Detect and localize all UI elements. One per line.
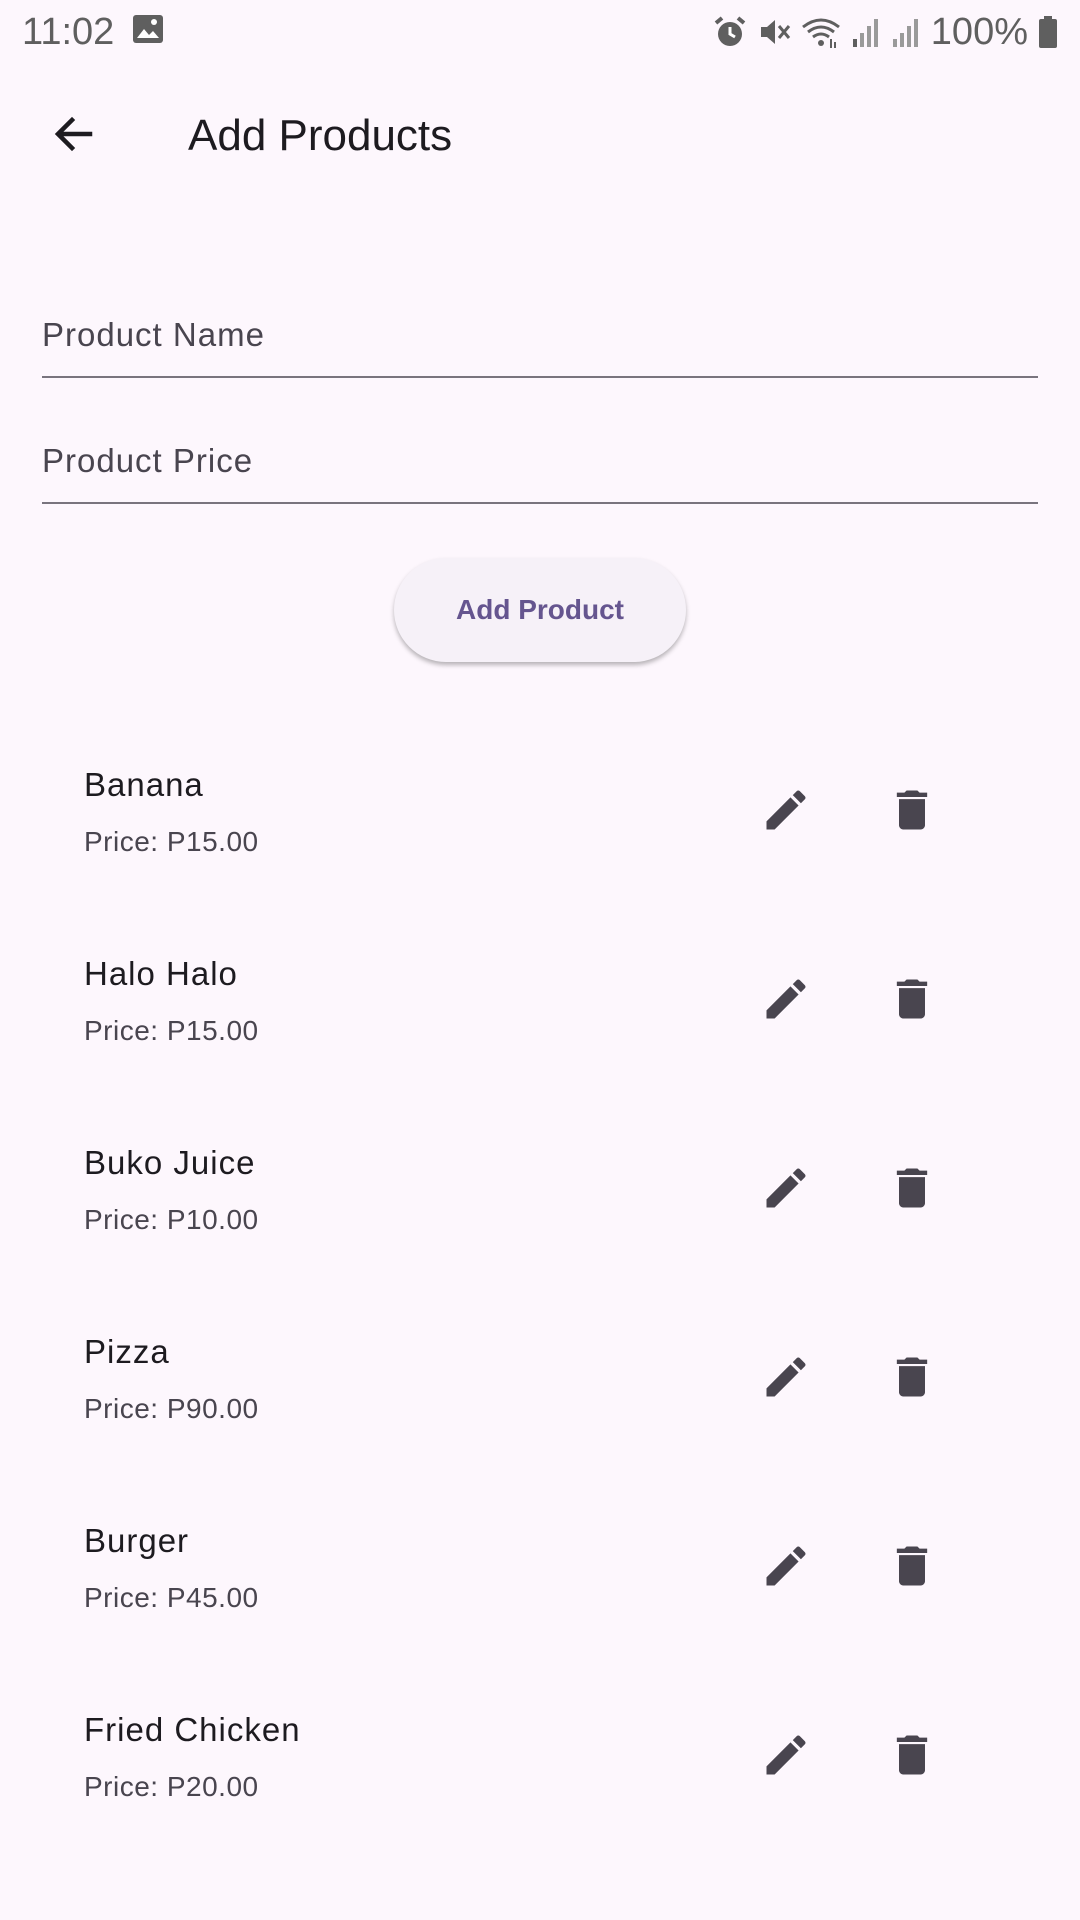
status-right: 100%	[713, 11, 1058, 54]
edit-button[interactable]	[742, 1524, 830, 1612]
edit-icon	[760, 784, 812, 841]
list-item: Pizza Price: P90.00	[0, 1283, 1080, 1472]
back-button[interactable]	[22, 84, 126, 188]
add-product-button[interactable]: Add Product	[394, 558, 686, 662]
signal-icon	[891, 15, 921, 49]
page-title: Add Products	[188, 111, 453, 160]
delete-button[interactable]	[868, 1335, 956, 1423]
edit-icon	[760, 1351, 812, 1408]
status-left: 11:02	[22, 11, 164, 54]
delete-icon	[886, 1351, 938, 1408]
delete-button[interactable]	[868, 1713, 956, 1801]
delete-icon	[886, 1540, 938, 1597]
edit-button[interactable]	[742, 768, 830, 856]
edit-icon	[760, 973, 812, 1030]
product-price: Price: P15.00	[84, 826, 259, 857]
product-price: Price: P90.00	[84, 1393, 259, 1424]
alarm-icon	[713, 15, 747, 49]
delete-icon	[886, 784, 938, 841]
product-price: Price: P20.00	[84, 1771, 259, 1802]
edit-button[interactable]	[742, 1146, 830, 1234]
wifi-icon	[801, 15, 841, 49]
list-item: Fried Chicken Price: P20.00	[0, 1661, 1080, 1850]
list-item: Halo Halo Price: P15.00	[0, 905, 1080, 1094]
product-name: Fried Chicken	[84, 1711, 301, 1748]
product-price: Price: P10.00	[84, 1204, 259, 1235]
delete-icon	[886, 973, 938, 1030]
delete-button[interactable]	[868, 957, 956, 1045]
battery-icon	[1038, 15, 1058, 49]
list-item: Burger Price: P45.00	[0, 1472, 1080, 1661]
edit-icon	[760, 1162, 812, 1219]
edit-button[interactable]	[742, 957, 830, 1045]
edit-icon	[760, 1540, 812, 1597]
product-name-field-container	[42, 290, 1038, 378]
battery-text: 100%	[930, 10, 1028, 53]
delete-button[interactable]	[868, 1524, 956, 1612]
status-bar: 11:02 100%	[0, 0, 1080, 64]
product-list: Banana Price: P15.00 Halo Halo Price: P1…	[0, 716, 1080, 1850]
product-price-field-container	[42, 416, 1038, 504]
product-name: Halo Halo	[84, 955, 238, 992]
vibrate-off-icon	[757, 15, 791, 49]
list-item: Buko Juice Price: P10.00	[0, 1094, 1080, 1283]
status-time: 11:02	[22, 10, 115, 53]
product-price: Price: P45.00	[84, 1582, 259, 1613]
product-name: Pizza	[84, 1333, 170, 1370]
edit-button[interactable]	[742, 1713, 830, 1801]
product-price: Price: P15.00	[84, 1015, 259, 1046]
product-price-input[interactable]	[42, 442, 1038, 480]
arrow-back-icon	[50, 110, 98, 163]
edit-button[interactable]	[742, 1335, 830, 1423]
product-name-input[interactable]	[42, 316, 1038, 354]
product-name: Burger	[84, 1522, 190, 1559]
list-item: Banana Price: P15.00	[0, 716, 1080, 905]
delete-button[interactable]	[868, 1146, 956, 1234]
signal-icon	[851, 15, 881, 49]
delete-icon	[886, 1729, 938, 1786]
delete-button[interactable]	[868, 768, 956, 856]
delete-icon	[886, 1162, 938, 1219]
product-name: Buko Juice	[84, 1144, 256, 1181]
image-icon	[132, 11, 164, 54]
app-bar: Add Products	[0, 84, 1080, 188]
product-name: Banana	[84, 766, 204, 803]
edit-icon	[760, 1729, 812, 1786]
